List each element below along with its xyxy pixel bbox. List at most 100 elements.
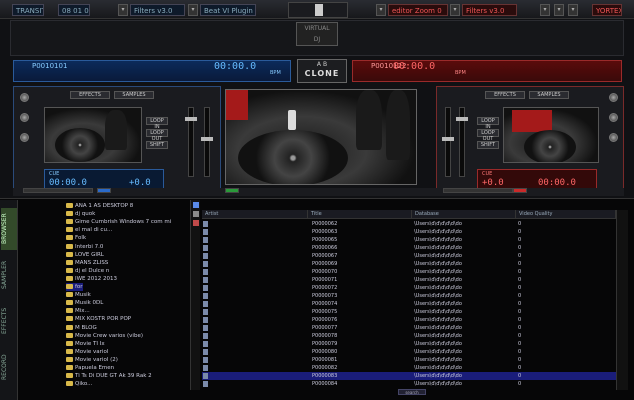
folder-tree-item[interactable]: Ti Ts Di DUE GT Ak 39 Rak 2 <box>66 372 152 380</box>
folder-tree-item[interactable]: for <box>66 283 83 291</box>
left-loop-out-button[interactable]: LOOP OUT <box>146 129 168 142</box>
folder-tree-item[interactable]: Movie TI Ix <box>66 340 105 348</box>
left-samples-button[interactable]: SAMPLES <box>114 91 154 99</box>
folder-tree-item[interactable]: dj quok <box>66 210 95 218</box>
playlist-icon[interactable] <box>193 211 199 217</box>
right-extra-field[interactable]: YORTEX <box>592 4 622 16</box>
right-extra-btn-2[interactable]: ▾ <box>554 4 564 16</box>
table-row[interactable]: P0000065 \Users\d\d\d\d\d\do 0 <box>202 236 616 244</box>
folder-tree-item[interactable]: Movie Crew varios (vibe) <box>66 332 143 340</box>
left-plugin-select[interactable]: Beat VI Plugin <box>200 4 256 16</box>
folder-tree-item[interactable]: Mix... <box>66 307 90 315</box>
right-effects-button[interactable]: EFFECTS <box>485 91 525 99</box>
search-input[interactable]: search <box>398 389 426 395</box>
crossfader-handle[interactable] <box>315 4 323 16</box>
folder-tree-item[interactable]: MANS ZLISS <box>66 259 108 267</box>
left-effect-dropdown-icon[interactable]: ▾ <box>118 4 128 16</box>
search-icon[interactable] <box>193 202 199 208</box>
folder-tree-scrollbar[interactable] <box>190 200 200 390</box>
left-eq2-knob-icon[interactable] <box>20 133 29 142</box>
right-extra-btn-3[interactable]: ▾ <box>568 4 578 16</box>
table-row[interactable]: P0000073 \Users\d\d\d\d\d\do 0 <box>202 292 616 300</box>
left-effect-select[interactable]: Filters v3.0 <box>130 4 185 16</box>
left-gain-knob-icon[interactable] <box>20 93 29 102</box>
table-row[interactable]: P0000074 \Users\d\d\d\d\d\do 0 <box>202 300 616 308</box>
folder-tree-item[interactable]: Interbi 7.0 <box>66 243 103 251</box>
side-tab-record[interactable]: RECORD <box>1 346 17 388</box>
folder-tree-item[interactable]: el mal di cu... <box>66 226 112 234</box>
table-row[interactable]: P0000062 \Users\d\d\d\d\d\do 0 <box>202 220 616 228</box>
left-plugin-dropdown-icon[interactable]: ▾ <box>188 4 198 16</box>
clone-a-label[interactable]: A <box>317 61 321 68</box>
record-icon[interactable] <box>193 220 199 226</box>
left-eq-knob-icon[interactable] <box>20 113 29 122</box>
folder-tree-item[interactable]: LOVE GIRL <box>66 251 104 259</box>
clone-b-label[interactable]: B <box>323 61 327 68</box>
table-row[interactable]: P0000083 \Users\d\d\d\d\d\do 0 <box>202 372 616 380</box>
right-hotcue-strip[interactable] <box>443 188 513 193</box>
right-extra-btn[interactable]: ▾ <box>540 4 550 16</box>
table-row[interactable]: P0000063 \Users\d\d\d\d\d\do 0 <box>202 228 616 236</box>
right-volume-fader-handle[interactable] <box>456 117 468 121</box>
right-shift-button[interactable]: SHIFT <box>477 141 499 149</box>
right-eq-knob-icon[interactable] <box>609 113 618 122</box>
side-tab-browser[interactable]: BROWSER <box>1 208 17 250</box>
table-row[interactable]: P0000084 \Users\d\d\d\d\d\do 0 <box>202 380 616 388</box>
folder-tree-item[interactable]: Folk <box>66 234 86 242</box>
left-effects-button[interactable]: EFFECTS <box>70 91 110 99</box>
side-tab-effects[interactable]: EFFECTS <box>1 300 17 342</box>
right-pitch-fader-handle[interactable] <box>442 137 454 141</box>
table-row[interactable]: P0000082 \Users\d\d\d\d\d\do 0 <box>202 364 616 372</box>
right-effect-select[interactable]: Filters v3.0 <box>462 4 517 16</box>
table-row[interactable]: P0000076 \Users\d\d\d\d\d\do 0 <box>202 316 616 324</box>
left-transition-field[interactable]: TRANSITIO <box>12 4 44 16</box>
folder-tree-item[interactable]: Musik <box>66 291 91 299</box>
table-row[interactable]: P0000067 \Users\d\d\d\d\d\do 0 <box>202 252 616 260</box>
right-play-button[interactable] <box>513 188 527 193</box>
table-row[interactable]: P0000066 \Users\d\d\d\d\d\do 0 <box>202 244 616 252</box>
folder-tree-item[interactable]: M BLOG <box>66 324 97 332</box>
table-row[interactable]: P0000081 \Users\d\d\d\d\d\do 0 <box>202 356 616 364</box>
right-effect-dropdown-icon[interactable]: ▾ <box>376 4 386 16</box>
left-volume-fader-handle[interactable] <box>185 117 197 121</box>
folder-tree-item[interactable]: Gime Cumbrish Windows 7 com mi <box>66 218 171 226</box>
folder-tree-item[interactable]: dj el Dulce n <box>66 267 109 275</box>
table-row[interactable]: P0000077 \Users\d\d\d\d\d\do 0 <box>202 324 616 332</box>
folder-tree-item[interactable]: IWE 2012 2013 <box>66 275 117 283</box>
right-samples-button[interactable]: SAMPLES <box>529 91 569 99</box>
right-eq2-knob-icon[interactable] <box>609 133 618 142</box>
table-row[interactable]: P0000070 \Users\d\d\d\d\d\do 0 <box>202 268 616 276</box>
crossfader[interactable] <box>288 2 348 18</box>
table-row[interactable]: P0000072 \Users\d\d\d\d\d\do 0 <box>202 284 616 292</box>
folder-tree-item[interactable]: Movie variol (2) <box>66 356 118 364</box>
right-plugin-select[interactable]: editor Zoom 0 <box>388 4 448 16</box>
sync-button[interactable] <box>225 188 239 193</box>
table-row[interactable]: P0000079 \Users\d\d\d\d\d\do 0 <box>202 340 616 348</box>
folder-tree-item[interactable]: MIX KOSTR POR POP <box>66 315 131 323</box>
right-loop-out-button[interactable]: LOOP OUT <box>477 129 499 142</box>
clone-button[interactable]: A B CLONE <box>297 59 347 83</box>
folder-tree-item[interactable]: Papuela Emen <box>66 364 114 372</box>
folder-tree-item[interactable]: ANA 1 AS DESKTOP 8 <box>66 202 133 210</box>
left-play-button[interactable] <box>97 188 111 193</box>
right-loop-in-button[interactable]: LOOP IN <box>477 117 499 130</box>
folder-tree-item[interactable]: Movie variol <box>66 348 108 356</box>
track-list-scrollbar[interactable] <box>616 210 628 390</box>
table-row[interactable]: P0000080 \Users\d\d\d\d\d\do 0 <box>202 348 616 356</box>
left-hotcue-strip[interactable] <box>23 188 93 193</box>
right-plugin-dropdown-icon[interactable]: ▾ <box>450 4 460 16</box>
left-loop-in-button[interactable]: LOOP IN <box>146 117 168 130</box>
right-gain-knob-icon[interactable] <box>609 93 618 102</box>
left-pitch-fader[interactable] <box>204 107 210 177</box>
table-row[interactable]: P0000078 \Users\d\d\d\d\d\do 0 <box>202 332 616 340</box>
left-counter-field[interactable]: 08 01 04 <box>58 4 90 16</box>
folder-tree-item[interactable]: Musik 0DL <box>66 299 103 307</box>
right-pitch-fader[interactable] <box>445 107 451 177</box>
side-tab-sampler[interactable]: SAMPLER <box>1 254 17 296</box>
table-row[interactable]: P0000071 \Users\d\d\d\d\d\do 0 <box>202 276 616 284</box>
table-row[interactable]: P0000075 \Users\d\d\d\d\d\do 0 <box>202 308 616 316</box>
folder-tree-item[interactable]: Qiko... <box>66 380 92 388</box>
left-shift-button[interactable]: SHIFT <box>146 141 168 149</box>
left-pitch-fader-handle[interactable] <box>201 137 213 141</box>
table-row[interactable]: P0000069 \Users\d\d\d\d\d\do 0 <box>202 260 616 268</box>
